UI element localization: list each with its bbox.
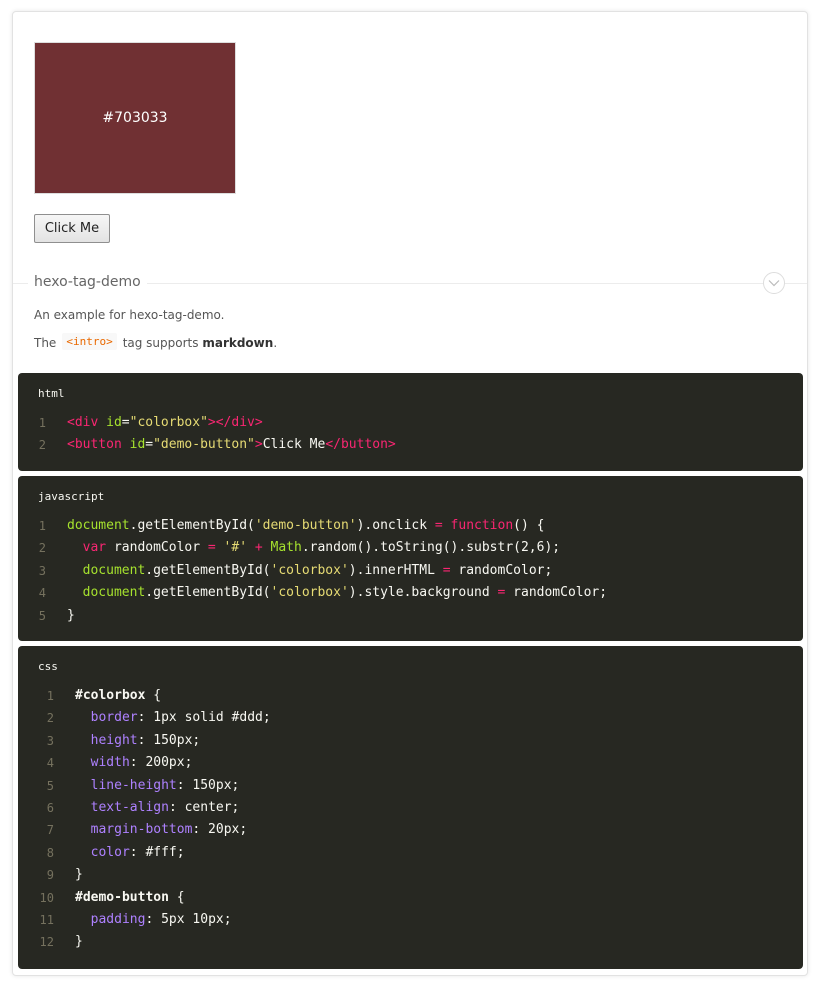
code-text: line-height: 150px; — [90, 777, 240, 793]
code-line: 1 #colorbox { — [18, 685, 803, 707]
section-description: An example for hexo-tag-demo. — [34, 308, 225, 322]
code-text: } — [67, 607, 75, 623]
code-block-css: css 1 #colorbox { 2 border: 1px solid #ddd… — [18, 646, 803, 969]
line-number: 5 — [46, 778, 54, 793]
code-text: #demo-button { — [75, 889, 185, 905]
code-line: 7 margin-bottom: 20px; — [18, 819, 803, 841]
line-number: 4 — [38, 586, 46, 601]
code-text: document.getElementById('demo-button').o… — [67, 518, 545, 533]
line-number: 6 — [46, 801, 54, 815]
code-line: 4 width: 200px; — [18, 752, 803, 774]
click-me-button[interactable]: Click Me — [34, 214, 110, 243]
code-line: 6 text-align: center; — [18, 797, 803, 819]
code-line: 2 border: 1px solid #ddd; — [18, 707, 803, 729]
code-language-label: css — [38, 660, 58, 673]
note-prefix: The — [34, 335, 57, 350]
code-line: 5} — [18, 605, 803, 627]
line-number: 11 — [39, 913, 54, 927]
code-text: var randomColor = '#' + Math.random().to… — [82, 540, 561, 556]
collapse-toggle[interactable] — [763, 272, 785, 294]
code-line: 3 height: 150px; — [18, 730, 803, 752]
line-number: 3 — [38, 563, 46, 578]
code-text: } — [75, 934, 83, 950]
code-line: 8 color: #fff; — [18, 842, 803, 864]
line-number: 2 — [46, 711, 54, 726]
code-line: 4 document.getElementById('colorbox').st… — [18, 582, 803, 604]
code-text: width: 200px; — [90, 755, 193, 771]
line-number: 2 — [38, 438, 46, 453]
line-number: 8 — [46, 845, 54, 860]
line-number: 2 — [38, 541, 46, 556]
code-text: document.getElementById('colorbox').inne… — [82, 562, 553, 578]
line-number: 4 — [46, 756, 54, 771]
code-line: 11 padding: 5px 10px; — [18, 909, 803, 931]
line-number: 1 — [46, 689, 54, 703]
line-number: 7 — [46, 823, 54, 838]
code-block-javascript: javascript 1 document.getElementById('dem… — [18, 476, 803, 641]
code-text: color: #fff; — [90, 844, 185, 860]
code-text: margin-bottom: 20px; — [90, 822, 248, 838]
code-language-label: javascript — [38, 490, 105, 503]
code-block-html: html 1 <div id="colorbox"></div> 2 <button … — [18, 373, 803, 471]
inline-code: <intro> — [62, 333, 117, 350]
code-line: 3 document.getElementById('colorbox').in… — [18, 560, 803, 582]
code-language-label: html — [38, 387, 65, 400]
code-text: #colorbox { — [75, 688, 162, 703]
code-text: document.getElementById('colorbox').styl… — [82, 585, 608, 601]
code-text: height: 150px; — [90, 732, 201, 748]
code-text: <button id="demo-button">Click Me</butto… — [67, 437, 396, 453]
line-number: 1 — [38, 519, 46, 533]
code-line: 12} — [18, 931, 803, 953]
line-number: 10 — [39, 890, 54, 905]
color-box: #703033 — [34, 42, 236, 194]
note-bold: markdown — [202, 335, 274, 350]
chevron-down-icon — [768, 280, 780, 287]
code-line: 2 <button id="demo-button">Click Me</butt… — [18, 434, 803, 456]
code-text: } — [75, 867, 83, 883]
note-middle: tag supports — [122, 335, 199, 350]
line-number: 5 — [38, 608, 46, 623]
code-line: 1 document.getElementById('demo-button').… — [18, 515, 803, 537]
line-number: 12 — [39, 935, 54, 950]
section-note: The <intro> tag supports markdown. — [34, 333, 278, 351]
section-title: hexo-tag-demo — [28, 274, 147, 290]
code-line: 10 #demo-button { — [18, 887, 803, 909]
code-text: text-align: center; — [90, 800, 240, 815]
code-line: 1 <div id="colorbox"></div> — [18, 412, 803, 434]
code-text: <div id="colorbox"></div> — [67, 415, 263, 430]
note-suffix: . — [273, 335, 278, 350]
line-number: 9 — [46, 868, 54, 883]
line-number: 1 — [38, 416, 46, 430]
code-line: 9} — [18, 864, 803, 886]
code-line: 5 line-height: 150px; — [18, 775, 803, 797]
code-text: border: 1px solid #ddd; — [90, 710, 271, 726]
line-number: 3 — [46, 733, 54, 748]
code-text: padding: 5px 10px; — [90, 912, 232, 927]
code-line: 2 var randomColor = '#' + Math.random().… — [18, 537, 803, 559]
